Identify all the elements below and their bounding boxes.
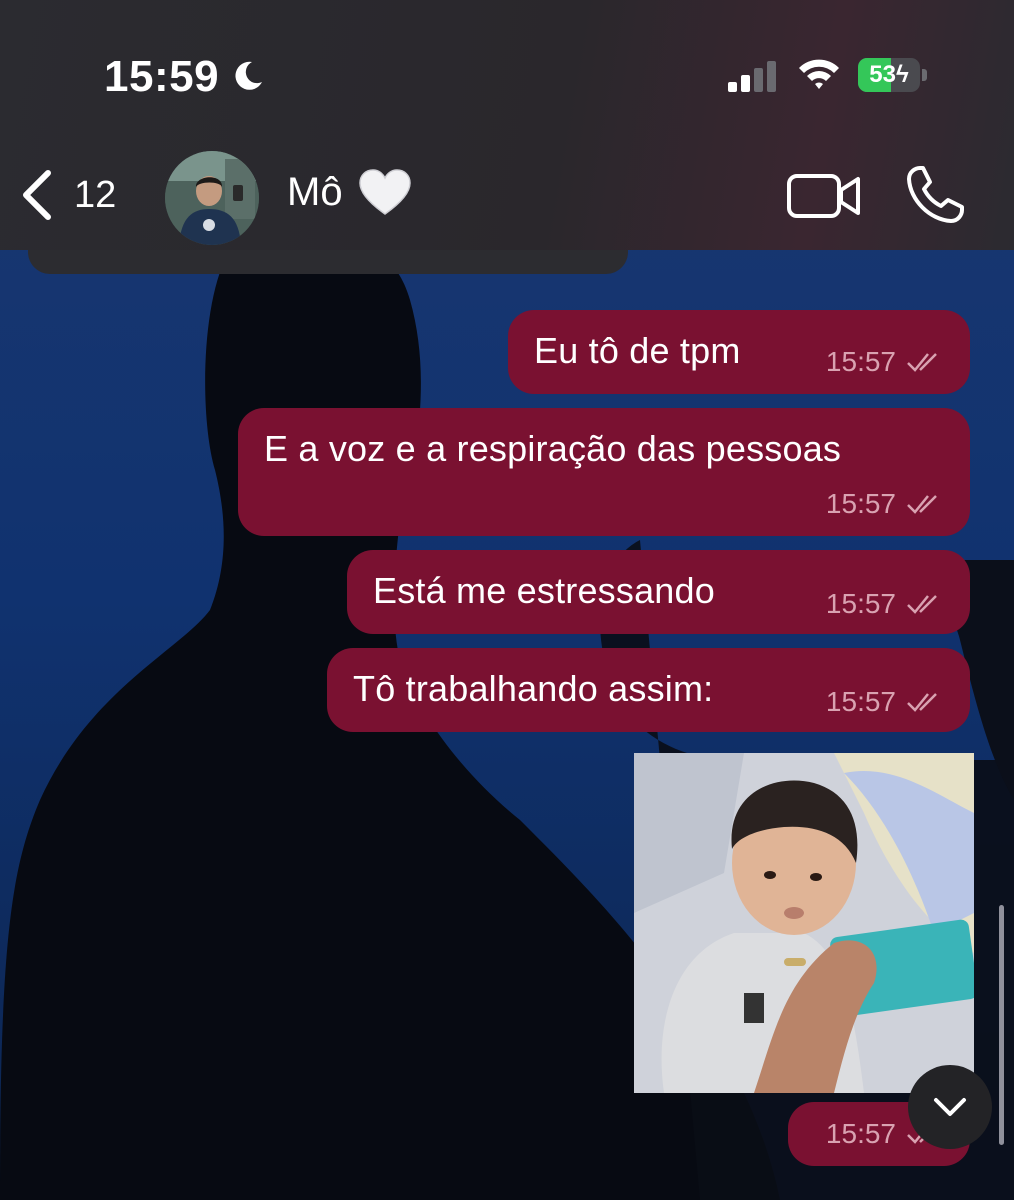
photo-child-with-phone (634, 753, 974, 1093)
previous-message-bubble (28, 250, 628, 274)
message-time: 15:57 (825, 346, 896, 377)
message-bubble[interactable]: Está me estressando 15:57 (347, 550, 970, 634)
message-time: 15:57 (825, 686, 896, 717)
message-time: 15:57 (825, 588, 896, 619)
chevron-down-icon (934, 1098, 966, 1116)
message-meta: 15:57 (826, 588, 946, 620)
contact-name[interactable]: Mô (287, 170, 343, 215)
message-bubble[interactable]: E a voz e a respiração das pessoas 15:57 (238, 408, 970, 536)
double-check-icon (907, 693, 937, 712)
unread-count: 12 (74, 173, 117, 216)
moon-icon (235, 61, 262, 90)
charging-bolt: ϟ (896, 61, 909, 88)
chat-scrollbar[interactable] (999, 905, 1004, 1145)
message-bubble[interactable]: Eu tô de tpm 15:57 (508, 310, 970, 394)
message-time: 15:57 (825, 1118, 896, 1149)
back-button[interactable]: 12 (18, 162, 128, 228)
image-message[interactable] (634, 753, 974, 1093)
wifi-icon (799, 59, 839, 89)
message-text: Tô trabalhando assim: (353, 668, 714, 709)
message-time: 15:57 (825, 488, 896, 519)
message-text: Eu tô de tpm (534, 330, 741, 371)
message-text: Está me estressando (373, 570, 715, 611)
message-bubble[interactable]: Tô trabalhando assim: 15:57 (327, 648, 970, 732)
message-meta: 15:57 (826, 686, 946, 718)
message-text: E a voz e a respiração das pessoas (264, 428, 842, 469)
cellular-signal-icon (728, 61, 776, 92)
double-check-icon (907, 495, 937, 514)
double-check-icon (907, 595, 937, 614)
message-meta: 15:57 (826, 488, 946, 520)
battery-percent: 53 (869, 61, 896, 88)
double-check-icon (907, 353, 937, 372)
avatar-photo (165, 151, 259, 245)
scroll-to-bottom-button[interactable] (908, 1065, 992, 1149)
white-heart-icon (359, 169, 411, 215)
status-time: 15:59 (104, 52, 220, 101)
phone-icon[interactable] (904, 164, 966, 226)
battery-charging-icon: 53ϟ (858, 58, 928, 92)
chevron-left-icon (23, 170, 51, 220)
video-camera-icon[interactable] (786, 170, 862, 222)
message-meta: 15:57 (826, 346, 946, 378)
chat-header: 15:59 53ϟ 12 Mô (0, 0, 1014, 250)
contact-avatar[interactable] (165, 151, 259, 245)
